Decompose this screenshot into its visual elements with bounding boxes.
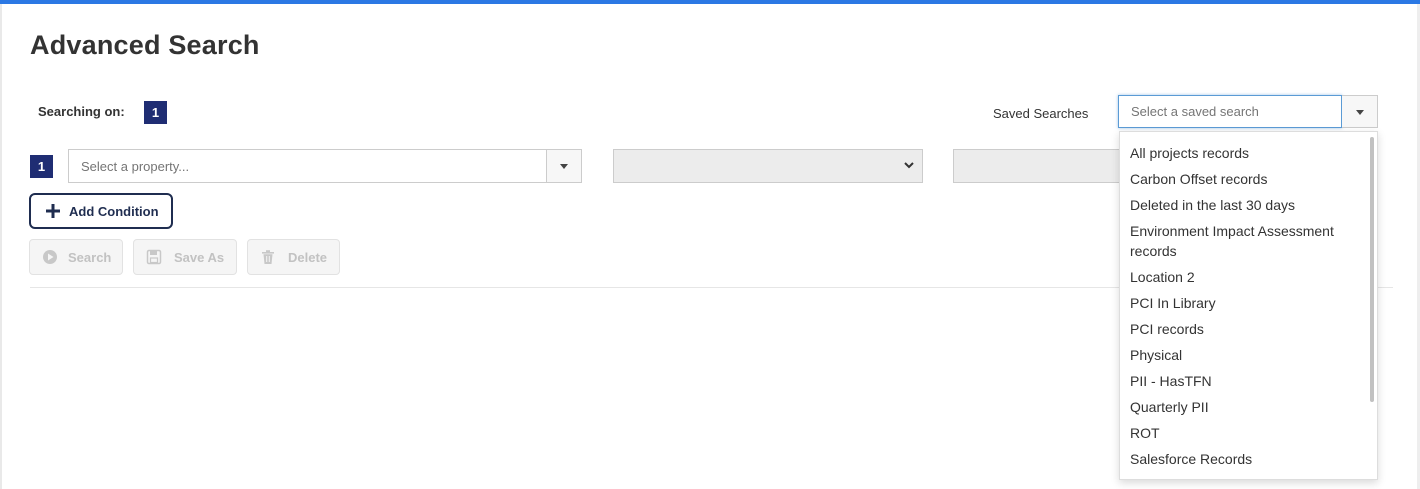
save-as-button[interactable]: Save As — [133, 239, 237, 275]
search-button[interactable]: Search — [29, 239, 123, 275]
dropdown-scrollbar[interactable] — [1370, 137, 1374, 402]
add-condition-label: Add Condition — [69, 204, 159, 219]
searching-count-badge: 1 — [144, 101, 167, 124]
saved-search-option[interactable]: Location 2 — [1120, 264, 1370, 290]
plus-icon — [46, 204, 60, 218]
chevron-down-icon — [904, 162, 914, 169]
saved-searches-label: Saved Searches — [993, 106, 1089, 121]
save-as-label: Save As — [174, 250, 225, 265]
add-condition-button[interactable]: Add Condition — [29, 193, 173, 229]
search-label: Search — [68, 250, 112, 265]
top-accent-bar — [0, 0, 1420, 4]
saved-search-dropdown-menu: All projects records Carbon Offset recor… — [1119, 131, 1378, 480]
saved-search-option[interactable]: Quarterly PII — [1120, 394, 1370, 420]
caret-down-icon — [1355, 109, 1364, 115]
property-dropdown-button[interactable] — [546, 149, 582, 183]
delete-label: Delete — [288, 250, 328, 265]
saved-search-option[interactable]: PCI records — [1120, 316, 1370, 342]
value-select[interactable] — [953, 149, 1123, 183]
play-circle-icon — [43, 250, 57, 264]
trash-icon — [262, 250, 274, 264]
saved-search-option[interactable]: Physical — [1120, 342, 1370, 368]
delete-button[interactable]: Delete — [247, 239, 340, 275]
saved-search-option[interactable]: Environment Impact Assessment records — [1120, 218, 1370, 264]
saved-search-options: All projects records Carbon Offset recor… — [1120, 140, 1370, 479]
property-input[interactable] — [68, 149, 547, 183]
saved-search-option[interactable]: Salesforce Records — [1120, 446, 1370, 472]
floppy-disk-icon — [146, 249, 162, 265]
saved-search-option[interactable]: Deleted in the last 30 days — [1120, 192, 1370, 218]
operator-select[interactable] — [613, 149, 923, 183]
saved-search-dropdown-button[interactable] — [1342, 95, 1378, 128]
saved-search-option[interactable]: Custom Files — [1120, 472, 1370, 479]
condition-index-badge: 1 — [30, 155, 53, 178]
saved-search-input[interactable] — [1118, 95, 1342, 128]
saved-search-option[interactable]: PII - HasTFN — [1120, 368, 1370, 394]
page-title: Advanced Search — [30, 30, 260, 60]
searching-on-label: Searching on: — [38, 104, 125, 119]
left-edge — [0, 4, 2, 489]
saved-search-option[interactable]: All projects records — [1120, 140, 1370, 166]
saved-search-option[interactable]: PCI In Library — [1120, 290, 1370, 316]
saved-search-option[interactable]: Carbon Offset records — [1120, 166, 1370, 192]
saved-search-option[interactable]: ROT — [1120, 420, 1370, 446]
caret-down-icon — [560, 164, 568, 169]
